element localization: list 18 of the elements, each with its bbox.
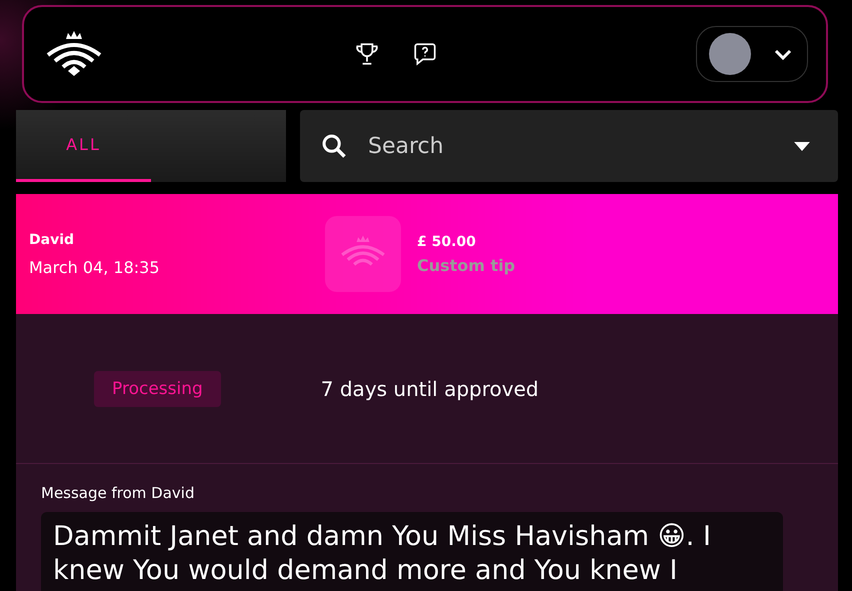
tip-date: March 04, 18:35: [29, 258, 160, 276]
search-input[interactable]: Search: [366, 132, 776, 160]
message-label: Message from David: [41, 484, 196, 502]
tip-logo-icon: [325, 216, 401, 292]
message-text: Dammit Janet and damn You Miss Havisham 😀. I knew You would demand more and You knew I: [41, 512, 783, 591]
tip-type: Custom tip: [417, 256, 516, 274]
search-icon: [320, 132, 348, 160]
tip-amount: £ 50.00: [417, 234, 477, 250]
search-field[interactable]: Search: [300, 110, 838, 182]
avatar-photo-placeholder: [709, 33, 751, 75]
trophy-icon[interactable]: [354, 41, 380, 67]
profile-menu-button[interactable]: [696, 26, 808, 82]
crown-wifi-logo-icon[interactable]: [44, 29, 104, 79]
dropdown-caret-icon[interactable]: [794, 142, 810, 150]
help-icon[interactable]: [412, 41, 438, 67]
status-badge: Processing: [94, 370, 221, 406]
sender-name: David: [29, 232, 76, 248]
approval-note: 7 days until approved: [320, 376, 539, 400]
